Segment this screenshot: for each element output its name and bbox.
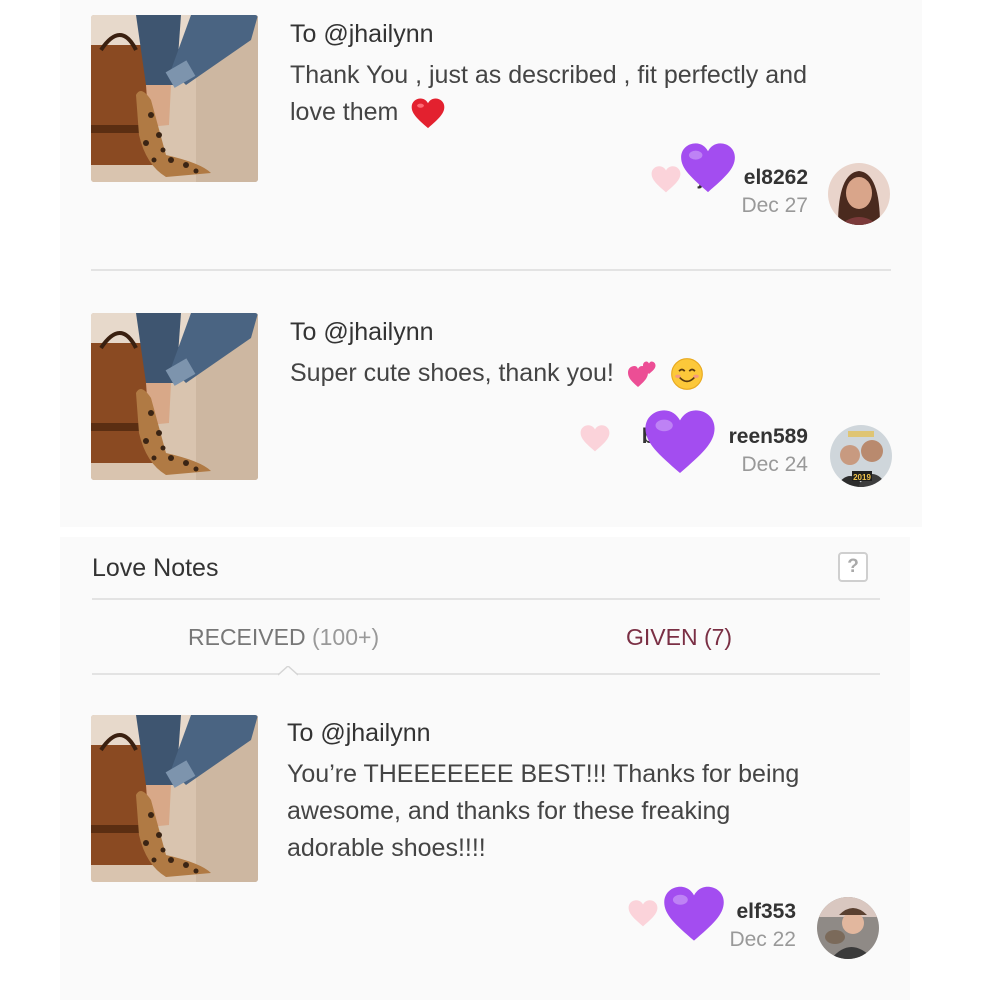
- shoe-thumbnail[interactable]: [91, 15, 258, 182]
- tab-received[interactable]: RECEIVED (100+): [188, 624, 379, 651]
- avatar[interactable]: [817, 897, 879, 959]
- tab-given[interactable]: GIVEN (7): [626, 624, 732, 651]
- avatar[interactable]: [828, 163, 890, 225]
- author-username-suffix: reen589: [728, 425, 808, 448]
- divider: [91, 269, 891, 271]
- note-date: Dec 27: [741, 194, 808, 217]
- note-recipient: To @jhailynn: [290, 20, 434, 48]
- svg-text:2019: 2019: [853, 473, 871, 482]
- purple-heart-sticker: [680, 142, 736, 194]
- divider: [92, 598, 880, 600]
- two-hearts-icon: [627, 361, 656, 388]
- note-message: Thank You , just as described , fit perf…: [290, 57, 807, 131]
- like-heart-icon[interactable]: [628, 900, 658, 927]
- active-tab-caret-icon: [278, 666, 298, 676]
- note-message-line: Super cute shoes, thank you!: [290, 359, 614, 387]
- note-message-line: adorable shoes!!!!: [287, 834, 486, 862]
- help-icon[interactable]: ?: [838, 552, 868, 582]
- note-card: To @jhailynn Super cute shoes, thank you…: [60, 300, 922, 520]
- love-notes-panel: Love Notes ? RECEIVED (100+) GIVEN (7) T…: [60, 537, 910, 1000]
- note-card: To @jhailynn You’re THEEEEEEE BEST!!! Th…: [60, 697, 910, 1000]
- tab-received-label: RECEIVED: [188, 624, 306, 650]
- note-message: Super cute shoes, thank you!: [290, 355, 704, 392]
- note-message-line: awesome, and thanks for these freaking: [287, 797, 731, 825]
- purple-heart-sticker: [663, 885, 725, 943]
- tab-received-count: (100+): [311, 624, 380, 650]
- note-message-line: Thank You , just as described , fit perf…: [290, 61, 807, 89]
- love-notes-feed: To @jhailynn Thank You , just as describ…: [60, 0, 922, 527]
- note-recipient: To @jhailynn: [287, 719, 431, 747]
- note-recipient: To @jhailynn: [290, 318, 434, 346]
- author-username-suffix: el8262: [743, 166, 808, 189]
- shoe-thumbnail[interactable]: [91, 313, 258, 480]
- like-heart-icon[interactable]: [651, 166, 681, 193]
- note-message: You’re THEEEEEEE BEST!!! Thanks for bein…: [287, 756, 799, 867]
- like-heart-icon[interactable]: [580, 425, 610, 452]
- note-message-line: You’re THEEEEEEE BEST!!! Thanks for bein…: [287, 760, 800, 788]
- avatar[interactable]: 2019: [830, 425, 892, 487]
- note-card: To @jhailynn Thank You , just as describ…: [60, 0, 922, 270]
- red-heart-icon: [412, 98, 445, 129]
- section-title: Love Notes: [92, 554, 219, 582]
- smiling-face-icon: [670, 358, 703, 391]
- note-message-line: love them: [290, 98, 399, 126]
- shoe-thumbnail[interactable]: [91, 715, 258, 882]
- purple-heart-sticker: [644, 408, 716, 476]
- tab-underline: [92, 673, 880, 675]
